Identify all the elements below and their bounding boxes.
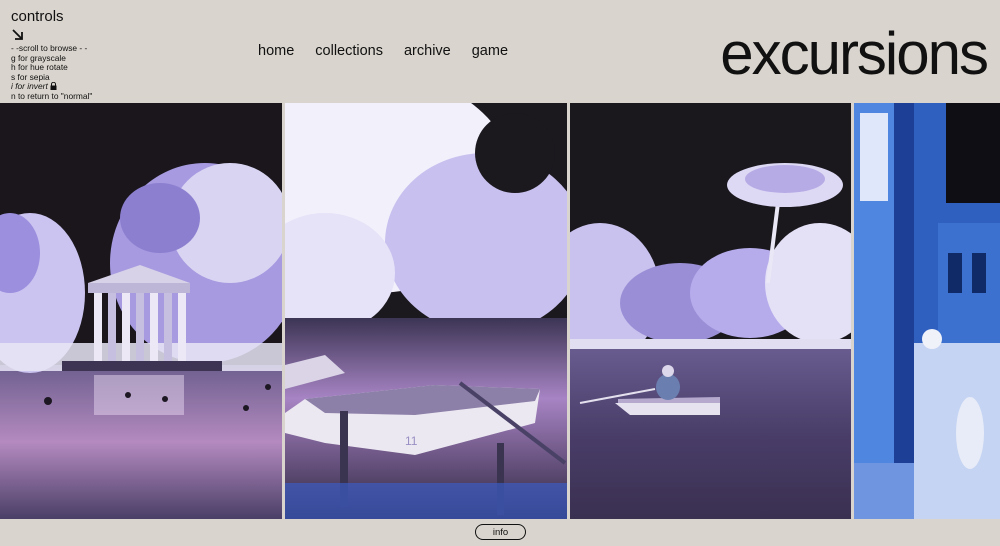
- nav-collections[interactable]: collections: [315, 43, 383, 59]
- gallery-photo-rower[interactable]: [570, 103, 851, 519]
- info-button[interactable]: info: [475, 524, 526, 540]
- control-invert-label: i for invert: [11, 81, 48, 92]
- temple-photo-image: [0, 103, 282, 519]
- lock-icon: [50, 82, 57, 91]
- controls-panel: controls - -scroll to browse - - g for g…: [11, 8, 151, 102]
- main-nav: home collections archive game: [258, 43, 508, 59]
- gallery-photo-temple[interactable]: [0, 103, 282, 519]
- site-title: excursions: [720, 20, 989, 87]
- nav-archive[interactable]: archive: [404, 43, 451, 59]
- gallery-photo-rowboats[interactable]: 11: [285, 103, 567, 519]
- photo-gallery[interactable]: 11: [0, 103, 1000, 519]
- controls-title: controls: [11, 8, 64, 25]
- arrow-down-right-icon: [12, 29, 23, 40]
- control-normal-hint: n to return to "normal": [11, 90, 93, 101]
- nav-home[interactable]: home: [258, 43, 294, 59]
- gallery-photo-street[interactable]: [854, 103, 1000, 519]
- svg-text:11: 11: [405, 434, 418, 448]
- rower-photo-image: [570, 103, 851, 519]
- nav-game[interactable]: game: [472, 43, 508, 59]
- street-photo-image: [854, 103, 1000, 519]
- rowboats-photo-image: 11: [285, 103, 567, 519]
